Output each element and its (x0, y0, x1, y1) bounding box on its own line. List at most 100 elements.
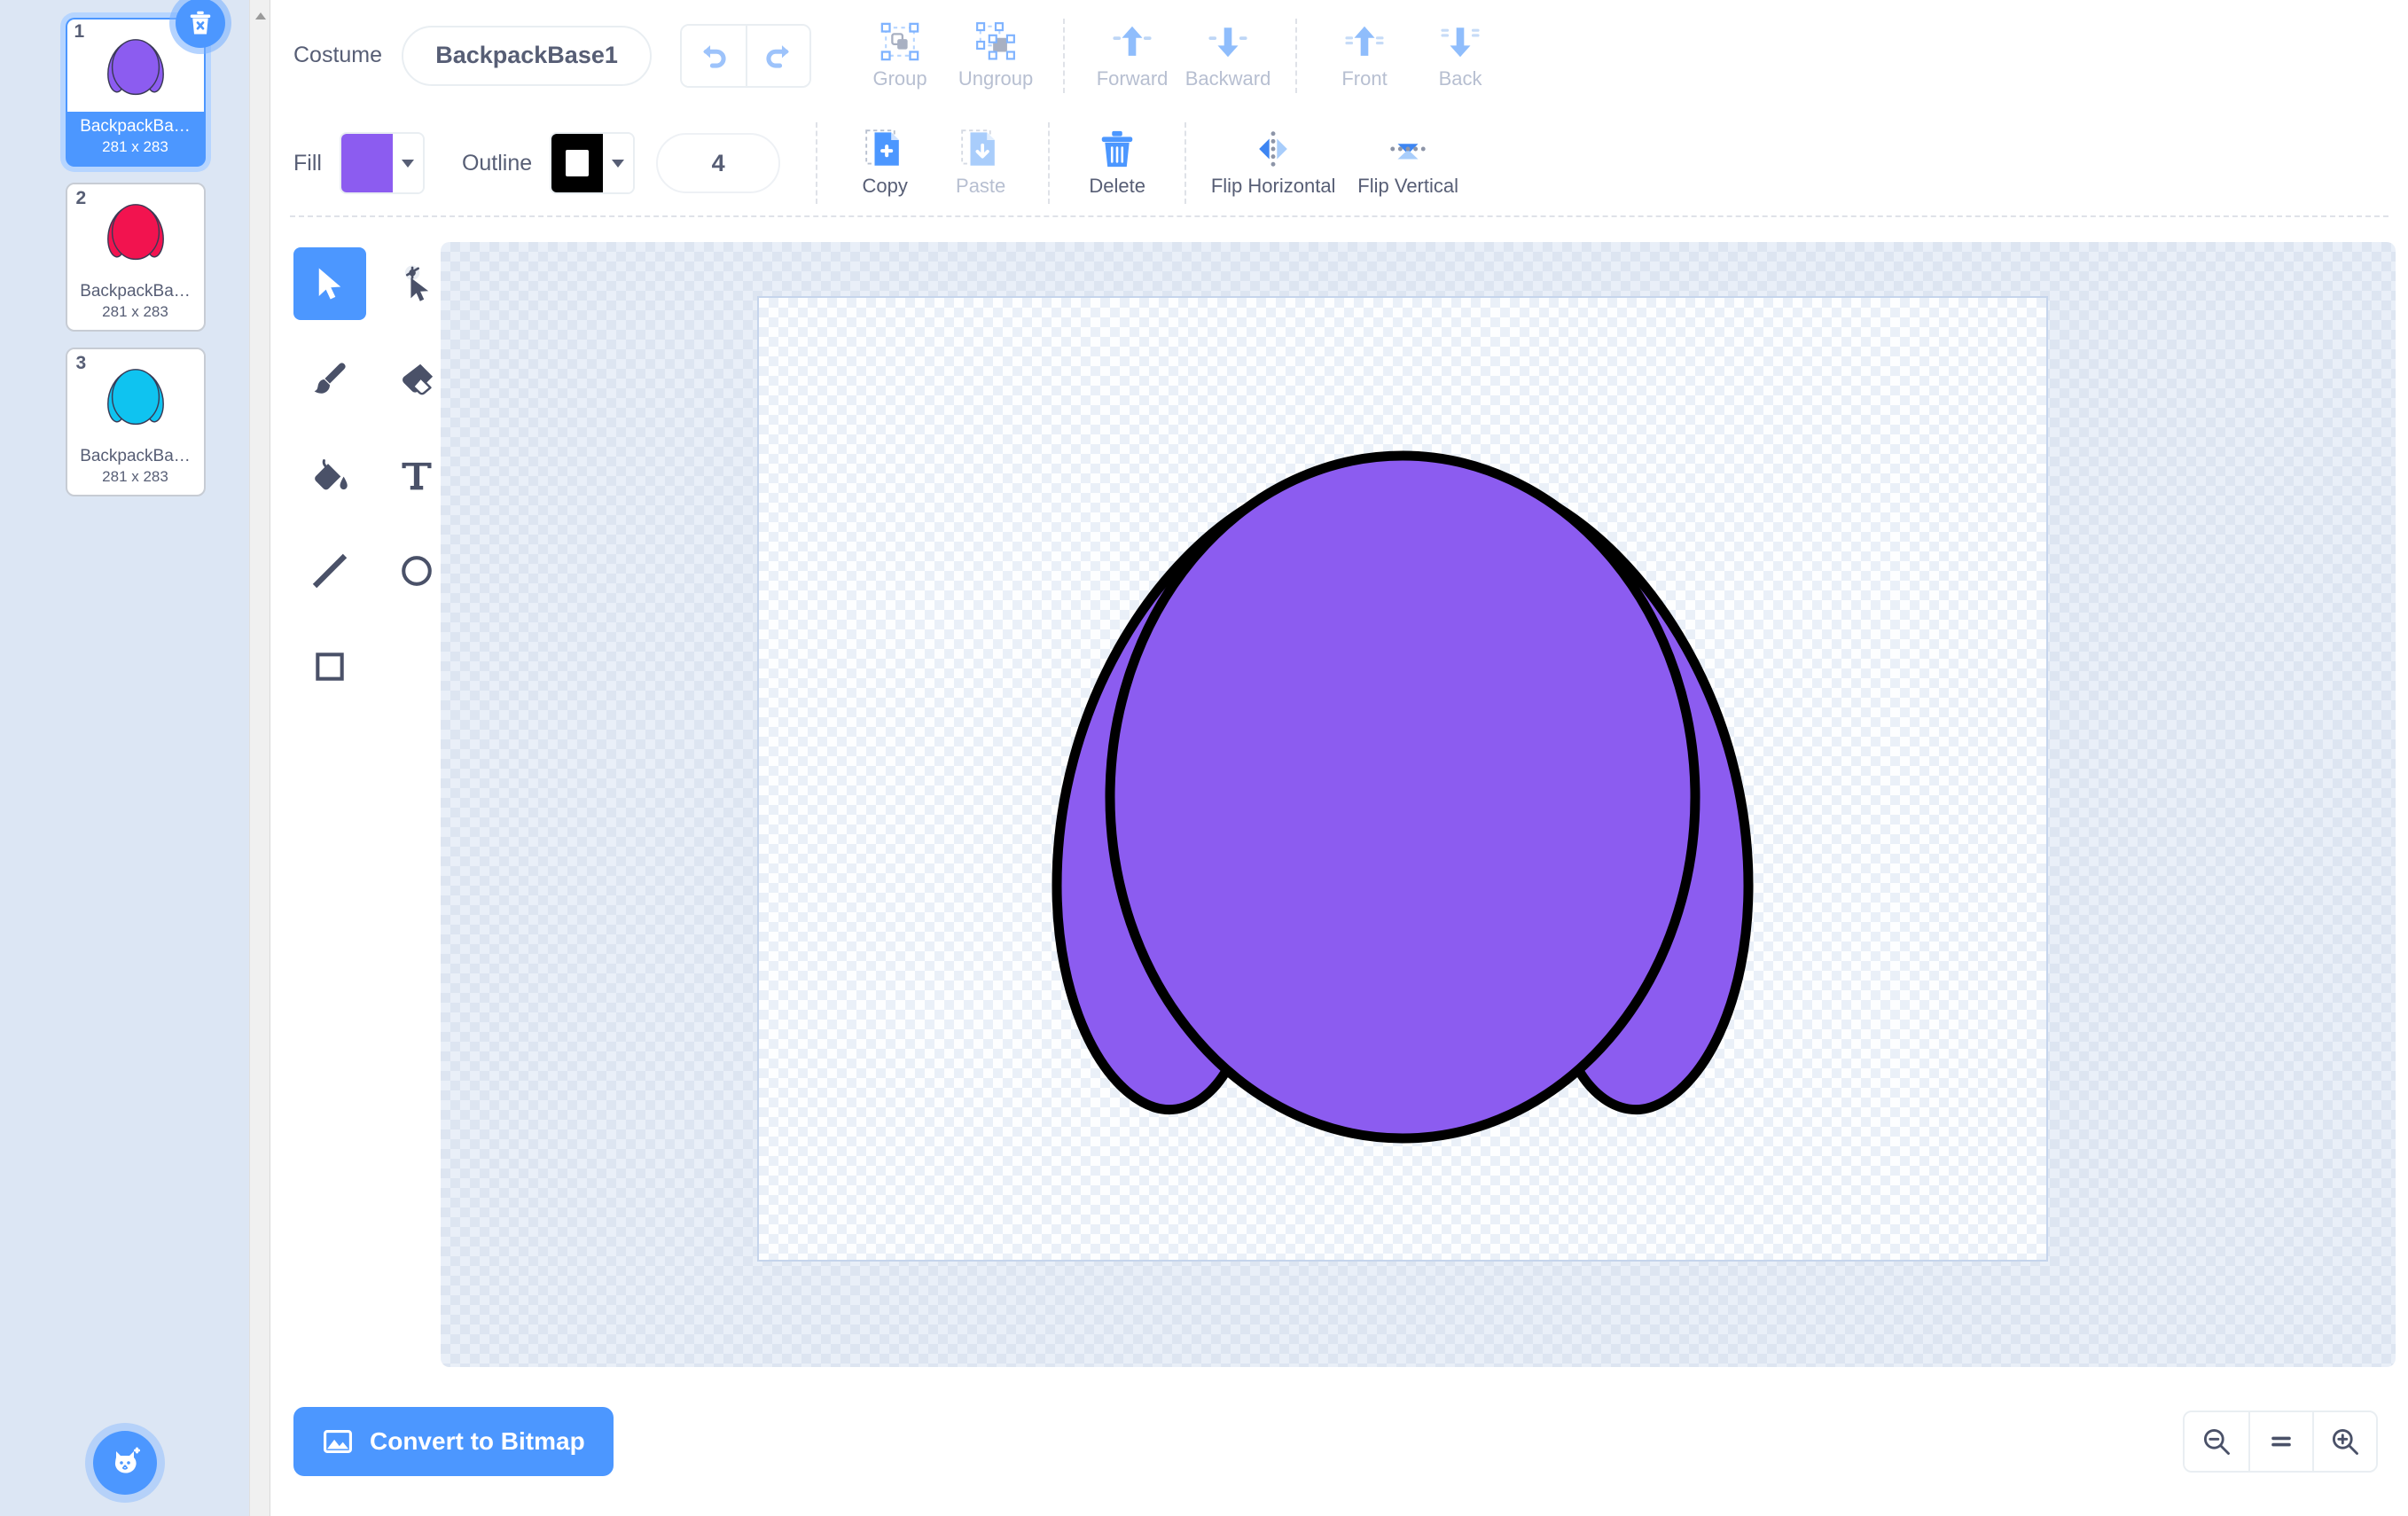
canvas-outer-area[interactable] (441, 242, 2396, 1367)
outline-caret[interactable] (603, 134, 633, 192)
paint-editor-root: 1BackpackBa…281 x 2832BackpackBa…281 x 2… (0, 0, 2408, 1516)
toolbar-separator-5 (1048, 122, 1050, 204)
outline-color-picker[interactable] (550, 132, 635, 194)
forward-button[interactable]: Forward (1084, 21, 1180, 90)
group-button[interactable]: Group (852, 21, 948, 90)
costume-size-label: 281 x 283 (102, 139, 168, 156)
tool-rectangle[interactable] (293, 630, 366, 703)
arrow-down-backward-icon (1208, 21, 1248, 62)
fill-color-picker[interactable] (340, 132, 425, 194)
undo-arrow-icon (697, 39, 731, 73)
image-icon (322, 1426, 354, 1457)
costume-sidebar: 1BackpackBa…281 x 2832BackpackBa…281 x 2… (0, 0, 270, 1516)
fill-color-swatch[interactable] (341, 134, 393, 192)
toolbar-separator-2 (1063, 19, 1065, 93)
costume-size-label: 281 x 283 (102, 469, 168, 486)
costume-thumbnail-art (104, 363, 168, 427)
redo-arrow-icon (762, 39, 795, 73)
outline-color-swatch[interactable] (551, 134, 603, 192)
flip-horizontal-button[interactable]: Flip Horizontal (1206, 129, 1341, 198)
redo-button[interactable] (746, 26, 809, 86)
forward-button-label: Forward (1097, 67, 1169, 90)
outline-label: Outline (462, 151, 532, 176)
ungroup-button[interactable]: Ungroup (948, 21, 1044, 90)
zoom-in-button[interactable] (2312, 1412, 2376, 1471)
zoom-in-icon (2329, 1426, 2361, 1457)
delete-button[interactable]: Delete (1069, 129, 1165, 198)
back-button[interactable]: Back (1412, 21, 1508, 90)
workspace (270, 217, 2408, 1367)
stroke-width-input[interactable] (656, 133, 780, 193)
zoom-reset-icon (2265, 1426, 2297, 1457)
front-button-label: Front (1341, 67, 1387, 90)
costume-item[interactable]: 3 BackpackBa… 281 x 283 (66, 348, 206, 496)
costume-name-label: BackpackBa… (80, 447, 191, 466)
zoom-out-button[interactable] (2185, 1412, 2248, 1471)
paper-canvas[interactable] (757, 296, 2048, 1262)
paste-button-label: Paste (956, 175, 1005, 198)
flip-horizontal-button-label: Flip Horizontal (1211, 175, 1336, 198)
copy-icon (864, 129, 905, 169)
arrow-down-back-icon (1440, 21, 1481, 62)
arrow-up-forward-icon (1112, 21, 1153, 62)
trash-icon (1097, 129, 1138, 169)
paste-icon (960, 129, 1001, 169)
backward-button[interactable]: Backward (1180, 21, 1276, 90)
arrow-up-front-icon (1344, 21, 1385, 62)
convert-to-bitmap-button[interactable]: Convert to Bitmap (293, 1407, 614, 1476)
chevron-down-icon (402, 160, 414, 168)
copy-button-label: Copy (862, 175, 907, 198)
undo-button[interactable] (682, 26, 746, 86)
add-costume-cat-icon (107, 1445, 143, 1481)
paint-bucket-icon (309, 455, 350, 496)
cursor-arrow-icon (311, 265, 348, 302)
text-t-icon (397, 456, 436, 495)
zoom-controls (2183, 1411, 2378, 1473)
eraser-icon (396, 359, 437, 400)
square-icon (310, 647, 349, 686)
toolbar-row-top: Costume (270, 0, 2408, 111)
tool-palette (270, 217, 441, 1367)
undo-redo-group (680, 24, 811, 88)
costume-name-input[interactable] (402, 26, 652, 86)
back-button-label: Back (1439, 67, 1482, 90)
flip-horizontal-icon (1253, 129, 1294, 169)
costume-index: 2 (76, 188, 87, 209)
costume-label: Costume (293, 43, 382, 68)
flip-vertical-icon (1388, 129, 1428, 169)
costume-item[interactable]: 1BackpackBa…281 x 283 (66, 18, 206, 167)
costume-thumbnail-art (104, 34, 168, 98)
flip-vertical-button[interactable]: Flip Vertical (1341, 129, 1475, 198)
fill-caret[interactable] (393, 134, 423, 192)
flip-vertical-button-label: Flip Vertical (1357, 175, 1458, 198)
costume-item[interactable]: 2BackpackBa…281 x 283 (66, 183, 206, 332)
tool-brush[interactable] (293, 343, 366, 416)
costume-name-label: BackpackBa… (80, 117, 191, 137)
zoom-reset-button[interactable] (2248, 1412, 2312, 1471)
copy-button[interactable]: Copy (837, 129, 933, 198)
line-icon (309, 551, 350, 591)
tool-line[interactable] (293, 535, 366, 607)
ungroup-button-label: Ungroup (958, 67, 1033, 90)
group-icon (880, 21, 920, 62)
costume-index: 3 (76, 353, 87, 374)
zoom-out-icon (2201, 1426, 2232, 1457)
costume-thumbnail (67, 349, 204, 442)
circle-icon (397, 551, 436, 590)
toolbar-separator-4 (816, 122, 817, 204)
sidebar-scrollbar[interactable] (249, 0, 270, 1516)
paste-button[interactable]: Paste (933, 129, 1028, 198)
tool-fill[interactable] (293, 439, 366, 512)
costume-name-label: BackpackBa… (80, 282, 191, 301)
ungroup-icon (975, 21, 1016, 62)
front-button[interactable]: Front (1317, 21, 1412, 90)
tool-select[interactable] (293, 247, 366, 320)
costume-thumbnail-art (104, 199, 168, 262)
add-costume-button[interactable] (93, 1431, 157, 1495)
costume-delete-button[interactable] (176, 0, 225, 48)
toolbar-separator-3 (1295, 19, 1297, 93)
scroll-up-arrow-icon[interactable] (255, 12, 266, 20)
trash-x-icon (187, 10, 214, 36)
backpack-base-artwork[interactable] (1004, 380, 1802, 1178)
delete-button-label: Delete (1089, 175, 1145, 198)
